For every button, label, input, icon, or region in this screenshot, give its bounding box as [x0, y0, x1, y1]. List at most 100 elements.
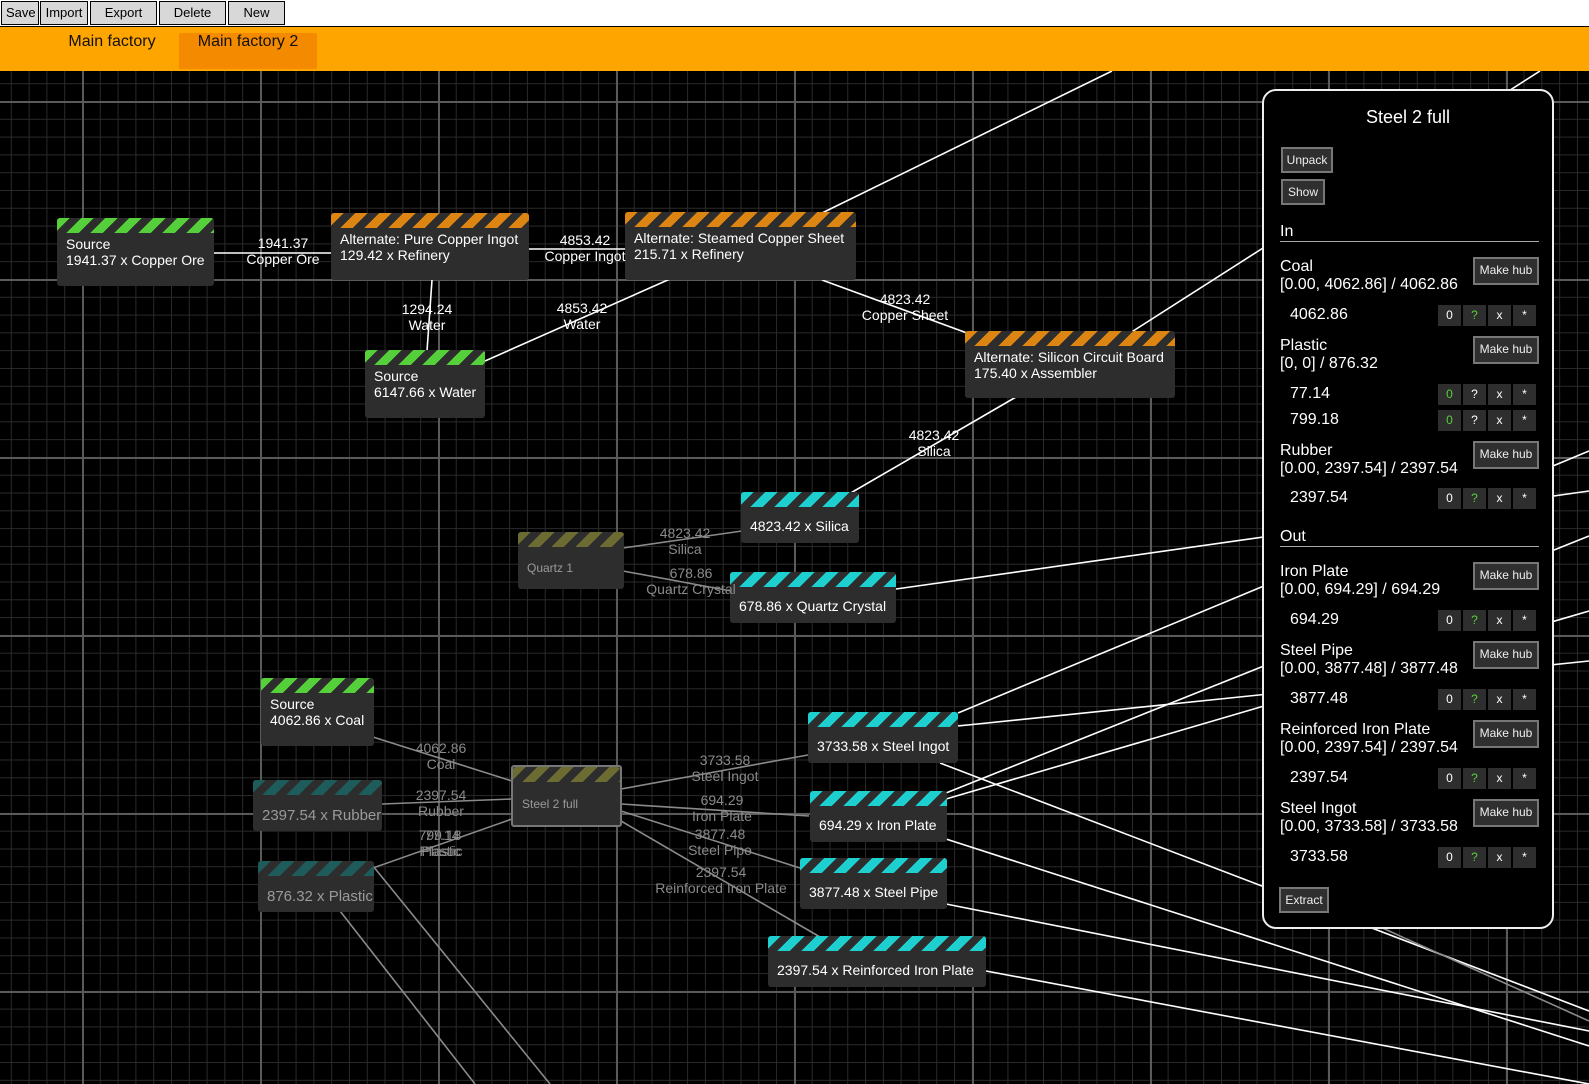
source-water-node[interactable]: Source 6147.66 x Water — [365, 350, 485, 418]
make-hub-button[interactable]: Make hub — [1473, 641, 1539, 669]
all-button[interactable]: * — [1513, 768, 1536, 789]
help-button[interactable]: ? — [1463, 768, 1486, 789]
edge-label: 77.14 Plastic — [421, 827, 463, 859]
item-range: [0.00, 694.29] / 694.29 — [1280, 581, 1441, 598]
divider — [1280, 241, 1539, 242]
new-tab-button[interactable]: New tab — [228, 1, 285, 42]
output-iron-plate: Iron Plate [0.00, 694.29] / 694.29 — [1280, 563, 1440, 599]
remove-button[interactable]: x — [1488, 410, 1511, 431]
help-button[interactable]: ? — [1463, 847, 1486, 868]
all-button[interactable]: * — [1513, 610, 1536, 631]
zero-button[interactable]: 0 — [1438, 610, 1461, 631]
quartz-crystal-node[interactable]: 678.86 x Quartz Crystal — [730, 572, 896, 623]
factory-canvas[interactable]: Source 1941.37 x Copper Ore Alternate: Pu… — [0, 71, 1589, 1084]
steel-2-full-factory-node[interactable]: Steel 2 full — [511, 765, 622, 827]
zero-button[interactable]: 0 — [1438, 689, 1461, 710]
input-plastic: Plastic [0, 0] / 876.32 — [1280, 337, 1378, 373]
node-line: Alternate: Silicon Circuit Board — [974, 349, 1164, 365]
zero-button[interactable]: 0 — [1438, 305, 1461, 326]
source-coal-node[interactable]: Source 4062.86 x Coal — [261, 678, 374, 746]
item-range: [0.00, 3733.58] / 3733.58 — [1280, 818, 1458, 835]
input-coal: Coal [0.00, 4062.86] / 4062.86 — [1280, 258, 1458, 294]
unpack-button[interactable]: Unpack — [1281, 147, 1333, 173]
make-hub-button[interactable]: Make hub — [1473, 720, 1539, 748]
all-button[interactable]: * — [1513, 488, 1536, 509]
remove-button[interactable]: x — [1488, 768, 1511, 789]
in-section-label: In — [1280, 223, 1294, 240]
node-stripe — [331, 213, 529, 228]
rubber-hub-node[interactable]: 2397.54 x Rubber — [253, 780, 382, 831]
edge-label: 694.29 Iron Plate — [692, 792, 752, 824]
zero-button[interactable]: 0 — [1438, 847, 1461, 868]
remove-button[interactable]: x — [1488, 384, 1511, 405]
node-stripe — [57, 218, 214, 233]
extract-button[interactable]: Extract — [1279, 887, 1329, 913]
zero-button[interactable]: 0 — [1438, 410, 1461, 431]
make-hub-button[interactable]: Make hub — [1473, 257, 1539, 285]
item-value: 77.14 — [1290, 385, 1331, 402]
item-name: Rubber — [1280, 442, 1333, 459]
reinforced-iron-plate-node[interactable]: 2397.54 x Reinforced Iron Plate — [768, 936, 986, 987]
tab-main-factory[interactable]: Main factory — [50, 33, 174, 69]
make-hub-button[interactable]: Make hub — [1473, 441, 1539, 469]
node-line: Source — [270, 696, 315, 712]
remove-button[interactable]: x — [1488, 488, 1511, 509]
remove-button[interactable]: x — [1488, 689, 1511, 710]
delete-tab-button[interactable]: Delete tab — [159, 1, 226, 42]
make-hub-button[interactable]: Make hub — [1473, 799, 1539, 827]
item-range: [0.00, 4062.86] / 4062.86 — [1280, 276, 1458, 293]
quartz-1-factory-node[interactable]: Quartz 1 — [518, 532, 624, 589]
node-stripe — [810, 791, 947, 806]
help-button[interactable]: ? — [1463, 488, 1486, 509]
node-line: 694.29 x Iron Plate — [819, 817, 937, 833]
node-stripe — [808, 712, 958, 727]
node-line: Source — [66, 236, 111, 252]
tab-main-factory-2[interactable]: Main factory 2 — [179, 33, 317, 69]
node-line: 4062.86 x Coal — [270, 712, 365, 728]
silicon-circuit-board-node[interactable]: Alternate: Silicon Circuit Board 175.40 x… — [965, 331, 1175, 398]
node-line: 876.32 x Plastic — [267, 888, 373, 905]
edge-label: 1941.37 Copper Ore — [246, 235, 320, 267]
remove-button[interactable]: x — [1488, 305, 1511, 326]
source-copper-ore-node[interactable]: Source 1941.37 x Copper Ore — [57, 218, 214, 286]
all-button[interactable]: * — [1513, 410, 1536, 431]
all-button[interactable]: * — [1513, 847, 1536, 868]
help-button[interactable]: ? — [1463, 610, 1486, 631]
steel-ingot-node[interactable]: 3733.58 x Steel Ingot — [808, 712, 958, 763]
zero-button[interactable]: 0 — [1438, 768, 1461, 789]
node-stripe — [261, 678, 374, 693]
factory-detail-panel: Steel 2 full Unpack Show In Coal [0.00, 4… — [1262, 89, 1554, 929]
edge-label: 2397.54 Rubber — [415, 787, 467, 819]
make-hub-button[interactable]: Make hub — [1473, 336, 1539, 364]
help-button[interactable]: ? — [1463, 410, 1486, 431]
all-button[interactable]: * — [1513, 384, 1536, 405]
item-range: [0, 0] / 876.32 — [1280, 355, 1378, 372]
make-hub-button[interactable]: Make hub — [1473, 562, 1539, 590]
item-value: 3733.58 — [1290, 848, 1348, 865]
silica-node[interactable]: 4823.42 x Silica — [741, 492, 859, 543]
help-button[interactable]: ? — [1463, 384, 1486, 405]
import-button[interactable]: Import — [40, 1, 88, 25]
all-button[interactable]: * — [1513, 305, 1536, 326]
edge-line — [372, 865, 551, 1084]
remove-button[interactable]: x — [1488, 847, 1511, 868]
iron-plate-node[interactable]: 694.29 x Iron Plate — [810, 791, 947, 842]
remove-button[interactable]: x — [1488, 610, 1511, 631]
all-button[interactable]: * — [1513, 689, 1536, 710]
zero-button[interactable]: 0 — [1438, 384, 1461, 405]
steel-pipe-node[interactable]: 3877.48 x Steel Pipe — [800, 858, 947, 909]
edge-label: 4853.42 Copper Ingot — [544, 232, 626, 264]
node-stripe — [518, 532, 624, 547]
edge-label: 4823.42 Silica — [659, 525, 711, 557]
help-button[interactable]: ? — [1463, 305, 1486, 326]
help-button[interactable]: ? — [1463, 689, 1486, 710]
edge-label: 2397.54 Reinforced Iron Plate — [655, 864, 787, 896]
steamed-copper-sheet-node[interactable]: Alternate: Steamed Copper Sheet 215.71 x … — [625, 212, 856, 280]
show-button[interactable]: Show — [1281, 179, 1325, 205]
pure-copper-ingot-node[interactable]: Alternate: Pure Copper Ingot 129.42 x Ref… — [331, 213, 529, 280]
plastic-hub-node[interactable]: 876.32 x Plastic — [258, 861, 374, 912]
node-line: Alternate: Pure Copper Ingot — [340, 231, 519, 247]
zero-button[interactable]: 0 — [1438, 488, 1461, 509]
export-tab-button[interactable]: Export tab — [90, 1, 157, 42]
save-button[interactable]: Save — [1, 1, 39, 25]
